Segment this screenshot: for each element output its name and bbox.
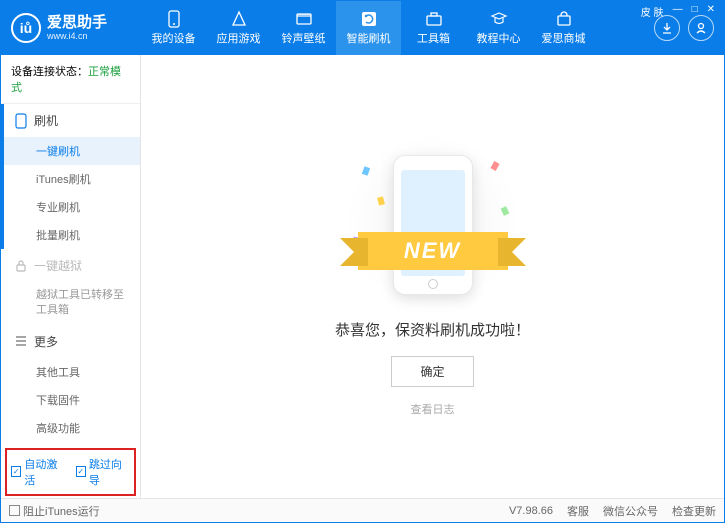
check-update-link[interactable]: 检查更新 bbox=[672, 503, 716, 519]
checkbox-label: 跳过向导 bbox=[89, 456, 130, 488]
sidebar: 设备连接状态：正常模式 刷机 一键刷机 iTunes刷机 专业刷机 批量刷机 一… bbox=[1, 55, 141, 498]
skin-button[interactable]: 皮 肤 bbox=[638, 4, 667, 19]
checkbox-skip-guide[interactable]: ✓ 跳过向导 bbox=[76, 456, 131, 488]
nav-label: 我的设备 bbox=[152, 30, 196, 46]
phone-icon bbox=[14, 113, 28, 129]
footer: 阻止iTunes运行 V7.98.66 客服 微信公众号 检查更新 bbox=[1, 498, 724, 522]
close-button[interactable]: ✕ bbox=[704, 4, 718, 19]
sidebar-head-jailbreak[interactable]: 一键越狱 bbox=[4, 249, 140, 282]
checkbox-auto-activate[interactable]: ✓ 自动激活 bbox=[11, 456, 66, 488]
sidebar-item-oneclick-flash[interactable]: 一键刷机 bbox=[4, 137, 140, 165]
footer-right: V7.98.66 客服 微信公众号 检查更新 bbox=[509, 503, 716, 519]
device-status: 设备连接状态：正常模式 bbox=[1, 55, 140, 104]
sidebar-group-jailbreak: 一键越狱 越狱工具已转移至 工具箱 bbox=[1, 249, 140, 325]
phone-icon bbox=[393, 155, 473, 295]
nav-label: 智能刷机 bbox=[347, 30, 391, 46]
status-label: 设备连接状态： bbox=[11, 66, 88, 78]
checkbox-block-itunes[interactable]: 阻止iTunes运行 bbox=[9, 503, 100, 519]
sidebar-head-label: 更多 bbox=[34, 333, 58, 350]
nav-toolbox[interactable]: 工具箱 bbox=[401, 1, 466, 55]
sidebar-head-label: 一键越狱 bbox=[34, 257, 82, 274]
sidebar-item-batch-flash[interactable]: 批量刷机 bbox=[4, 221, 140, 249]
sidebar-head-label: 刷机 bbox=[34, 112, 58, 129]
sidebar-item-download-fw[interactable]: 下载固件 bbox=[4, 386, 140, 414]
options-highlight: ✓ 自动激活 ✓ 跳过向导 bbox=[5, 448, 136, 496]
sidebar-head-more[interactable]: 更多 bbox=[4, 325, 140, 358]
checkbox-label: 阻止iTunes运行 bbox=[23, 503, 100, 519]
nav-store[interactable]: 爱思商城 bbox=[531, 1, 596, 55]
jailbreak-note: 越狱工具已转移至 工具箱 bbox=[4, 282, 140, 325]
nav-tutorial[interactable]: 教程中心 bbox=[466, 1, 531, 55]
nav-label: 铃声壁纸 bbox=[282, 30, 326, 46]
main-content: NEW 恭喜您，保资料刷机成功啦！ 确定 查看日志 bbox=[141, 55, 724, 498]
wechat-link[interactable]: 微信公众号 bbox=[603, 503, 658, 519]
sidebar-item-pro-flash[interactable]: 专业刷机 bbox=[4, 193, 140, 221]
main-nav: 我的设备 应用游戏 铃声壁纸 智能刷机 工具箱 教程中心 爱思商城 bbox=[141, 1, 644, 55]
list-icon bbox=[14, 335, 28, 347]
nav-my-device[interactable]: 我的设备 bbox=[141, 1, 206, 55]
success-illustration: NEW bbox=[343, 137, 523, 307]
sidebar-group-more: 更多 其他工具 下载固件 高级功能 bbox=[1, 325, 140, 442]
success-message: 恭喜您，保资料刷机成功啦！ bbox=[335, 319, 530, 340]
store-icon bbox=[554, 10, 574, 28]
logo[interactable]: iů 爱思助手 www.i4.cn bbox=[1, 13, 141, 43]
sidebar-head-flash[interactable]: 刷机 bbox=[4, 104, 140, 137]
footer-left: 阻止iTunes运行 bbox=[9, 503, 100, 519]
nav-ringtone[interactable]: 铃声壁纸 bbox=[271, 1, 336, 55]
lock-icon bbox=[14, 259, 28, 273]
app-subtitle: www.i4.cn bbox=[47, 31, 107, 41]
minimize-button[interactable]: — bbox=[670, 4, 686, 19]
device-icon bbox=[164, 10, 184, 28]
window-controls: 皮 肤 — □ ✕ bbox=[638, 4, 718, 19]
nav-label: 应用游戏 bbox=[217, 30, 261, 46]
ringtone-icon bbox=[294, 10, 314, 28]
logo-icon: iů bbox=[11, 13, 41, 43]
flash-icon bbox=[359, 10, 379, 28]
version-label: V7.98.66 bbox=[509, 505, 553, 517]
nav-label: 教程中心 bbox=[477, 30, 521, 46]
checkbox-icon: ✓ bbox=[76, 466, 86, 477]
apps-icon bbox=[229, 10, 249, 28]
ok-button[interactable]: 确定 bbox=[391, 356, 473, 387]
customer-service-link[interactable]: 客服 bbox=[567, 503, 589, 519]
sidebar-group-flash: 刷机 一键刷机 iTunes刷机 专业刷机 批量刷机 bbox=[1, 104, 140, 249]
new-ribbon: NEW bbox=[358, 232, 508, 270]
nav-label: 工具箱 bbox=[417, 30, 450, 46]
checkbox-label: 自动激活 bbox=[24, 456, 65, 488]
nav-smart-flash[interactable]: 智能刷机 bbox=[336, 1, 401, 55]
view-log-link[interactable]: 查看日志 bbox=[411, 401, 455, 417]
nav-apps[interactable]: 应用游戏 bbox=[206, 1, 271, 55]
toolbox-icon bbox=[424, 10, 444, 28]
header: iů 爱思助手 www.i4.cn 我的设备 应用游戏 铃声壁纸 智能刷机 工具… bbox=[1, 1, 724, 55]
sidebar-item-advanced[interactable]: 高级功能 bbox=[4, 414, 140, 442]
nav-label: 爱思商城 bbox=[542, 30, 586, 46]
checkbox-icon: ✓ bbox=[11, 466, 21, 477]
checkbox-icon bbox=[9, 505, 20, 516]
tutorial-icon bbox=[489, 10, 509, 28]
sidebar-item-other-tools[interactable]: 其他工具 bbox=[4, 358, 140, 386]
maximize-button[interactable]: □ bbox=[689, 4, 701, 19]
app-title: 爱思助手 bbox=[47, 15, 107, 32]
sidebar-item-itunes-flash[interactable]: iTunes刷机 bbox=[4, 165, 140, 193]
